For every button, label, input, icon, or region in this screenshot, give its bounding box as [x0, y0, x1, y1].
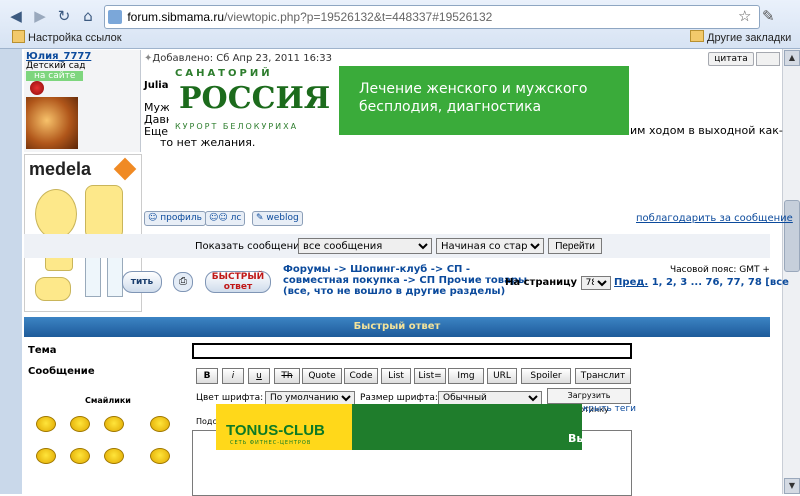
page-left-margin: [0, 49, 22, 494]
scroll-down-icon[interactable]: ▼: [784, 478, 800, 494]
back-icon[interactable]: ◀: [6, 6, 26, 26]
other-bookmarks[interactable]: Другие закладки: [690, 30, 791, 44]
page-links[interactable]: 1, 2, 3 ... 76, 77, 78 [все: [652, 277, 789, 288]
font-size-select[interactable]: Обычный: [438, 391, 542, 405]
format-button-0[interactable]: B: [196, 368, 218, 384]
format-button-5[interactable]: Code: [344, 368, 378, 384]
format-button-3[interactable]: Th: [274, 368, 300, 384]
scrollbar-thumb[interactable]: [784, 200, 800, 272]
topic-label: Тема: [28, 345, 57, 356]
breast-pump-icon: [35, 189, 77, 239]
tonus-club-ad-banner[interactable]: TONUS-CLUB СЕТЬ ФИТНЕС-ЦЕНТРОВ Вы: [216, 404, 586, 450]
accessory-icon: [35, 277, 71, 301]
wrench-icon[interactable]: ✎: [762, 7, 775, 25]
close-tags-link[interactable]: крыть теги: [583, 404, 636, 414]
quick-reply-button[interactable]: БЫСТРЫЙ ответ: [205, 271, 271, 293]
format-button-7[interactable]: List=: [414, 368, 446, 384]
medela-logo-icon: [113, 157, 137, 181]
breast-pump-icon: [85, 185, 123, 239]
reload-icon[interactable]: ↻: [54, 6, 74, 26]
format-button-4[interactable]: Quote: [302, 368, 342, 384]
post-line-4: то нет желания.: [160, 136, 256, 149]
font-size-label: Размер шрифта:: [360, 393, 438, 403]
format-button-6[interactable]: List: [381, 368, 411, 384]
show-messages-label: Показать сообщения:: [195, 241, 310, 252]
forward-icon[interactable]: ▶: [30, 6, 50, 26]
font-color-label: Цвет шрифта:: [196, 393, 264, 403]
order-select[interactable]: Начиная со старых: [436, 238, 544, 254]
format-button-1[interactable]: i: [222, 368, 244, 384]
format-button-9[interactable]: URL: [487, 368, 517, 384]
smiley-icon[interactable]: [150, 416, 170, 432]
edit-button[interactable]: [756, 52, 780, 66]
print-icon[interactable]: ⎙: [173, 272, 193, 292]
message-filter-select[interactable]: все сообщения: [298, 238, 432, 254]
timezone-label: Часовой пояс: GMT +: [670, 265, 770, 275]
smiles-label: Смайлики: [85, 396, 131, 405]
ad-logo: TONUS-CLUB СЕТЬ ФИТНЕС-ЦЕНТРОВ: [216, 404, 352, 450]
bookmark-settings[interactable]: Настройка ссылок: [12, 30, 122, 44]
smiley-icon[interactable]: [104, 448, 124, 464]
sanatorium-ad-banner[interactable]: САНАТОРИЙ РОССИЯ КУРОРТ БЕЛОКУРИХА Лечен…: [169, 66, 629, 135]
pm-button[interactable]: ☺☺ лс: [205, 211, 246, 226]
format-button-2[interactable]: u: [248, 368, 270, 384]
hint-text: Подс: [196, 417, 217, 426]
smiley-icon[interactable]: [36, 448, 56, 464]
reply-button[interactable]: тить: [122, 271, 162, 293]
quick-reply-header: Быстрый ответ: [24, 317, 770, 337]
avatar: [26, 97, 78, 149]
user-status: Детский сад: [26, 61, 86, 71]
ad-logo: САНАТОРИЙ РОССИЯ КУРОРТ БЕЛОКУРИХА: [169, 66, 339, 135]
quote-button[interactable]: цитата: [708, 52, 754, 66]
folder-icon: [690, 30, 704, 42]
topic-input[interactable]: [192, 343, 632, 359]
address-bar[interactable]: forum.sibmama.ru/viewtopic.php?p=1952613…: [104, 5, 760, 29]
prev-page-link[interactable]: Пред.: [614, 277, 648, 288]
bookmark-icon: [12, 30, 25, 43]
home-icon[interactable]: ⌂: [78, 6, 98, 26]
page-select[interactable]: 78: [580, 276, 611, 290]
post-line-3-tail: им ходом в выходной как-: [630, 124, 783, 137]
format-button-8[interactable]: Img: [448, 368, 484, 384]
online-badge: на сайте: [26, 71, 84, 81]
font-color-select[interactable]: По умолчанию: [265, 391, 355, 405]
smiley-icon[interactable]: [70, 416, 90, 432]
thanks-link[interactable]: поблагодарить за сообщение: [636, 213, 793, 224]
post-date: ✦Добавлено: Сб Апр 23, 2011 16:33: [144, 53, 333, 64]
weblog-button[interactable]: ✎ weblog: [252, 211, 303, 226]
smiley-icon[interactable]: [150, 448, 170, 464]
scroll-up-icon[interactable]: ▲: [784, 50, 800, 66]
smiley-icon[interactable]: [104, 416, 124, 432]
upload-image-button[interactable]: Загрузить картинку: [547, 388, 631, 414]
address-domain: forum.sibmama.ru: [127, 10, 225, 24]
address-path: /viewtopic.php?p=19526132&t=448337#19526…: [224, 10, 493, 24]
smiley-icon[interactable]: [70, 448, 90, 464]
ad-slogan: Лечение женского и мужского бесплодия, д…: [359, 81, 588, 115]
profile-button[interactable]: ☺ профиль: [144, 211, 206, 226]
pagination: На страницу 78 Пред. 1, 2, 3 ... 76, 77,…: [505, 276, 789, 290]
breadcrumb[interactable]: Форумы -> Шопинг-клуб -> СП - совместная…: [283, 264, 527, 297]
format-button-11[interactable]: Транслит: [575, 368, 631, 384]
flower-icon: [30, 81, 44, 95]
smiley-icon[interactable]: [36, 416, 56, 432]
page-icon: [108, 10, 122, 24]
format-button-10[interactable]: Spoiler: [521, 368, 571, 384]
star-icon[interactable]: ☆: [738, 7, 751, 25]
message-label: Сообщение: [28, 366, 95, 377]
go-button[interactable]: Перейти: [548, 238, 602, 254]
